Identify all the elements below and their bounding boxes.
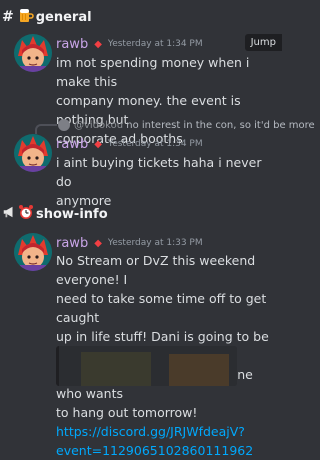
invite-link-continued[interactable]: event=1129065102860111962 <box>56 441 280 460</box>
message-line: No Stream or DvZ this weekend everyone! … <box>56 253 256 287</box>
role-tag-icon: ◆ <box>94 138 102 150</box>
avatar[interactable] <box>14 233 52 271</box>
channel-hash-icon: # <box>2 9 14 25</box>
author-name[interactable]: rawb <box>56 37 88 52</box>
avatar-image-icon <box>14 34 52 72</box>
channel-header-general[interactable]: # general <box>2 2 92 32</box>
message-header: rawb ◆ Yesterday at 1:33 PM <box>56 235 203 251</box>
reply-text: no interest in the con, so it'd be more <box>126 119 315 131</box>
embed-image-icon <box>59 346 237 386</box>
reply-connector <box>35 124 57 134</box>
channel-name-show-info: show-info <box>36 206 108 222</box>
author-name[interactable]: rawb <box>56 236 88 251</box>
author-name[interactable]: rawb <box>56 137 88 152</box>
message-line: im not spending money when i make this <box>56 55 250 89</box>
avatar-image-icon <box>14 134 52 172</box>
channel-header-show-info[interactable]: show-info <box>2 199 108 229</box>
timestamp[interactable]: Yesterday at 1:33 PM <box>108 238 203 248</box>
role-tag-icon: ◆ <box>94 237 102 249</box>
megaphone-icon <box>2 205 16 223</box>
message-header: rawb ◆ Yesterday at 1:34 PM <box>56 136 203 152</box>
message-header: rawb ◆ Yesterday at 1:34 PM <box>56 36 203 52</box>
avatar-image-icon <box>14 233 52 271</box>
role-tag-icon: ◆ <box>94 38 102 50</box>
avatar[interactable] <box>14 134 52 172</box>
avatar[interactable] <box>14 34 52 72</box>
message-line: to hang out tomorrow! <box>56 405 198 420</box>
jump-button[interactable]: Jump <box>244 34 282 51</box>
timestamp[interactable]: Yesterday at 1:34 PM <box>108 39 203 49</box>
link-embed[interactable] <box>56 346 237 386</box>
invite-link[interactable]: https://discord.gg/JRJWfdeajV? <box>56 422 280 441</box>
reply-mention: @vidokou <box>74 119 124 131</box>
reply-preview[interactable]: @vidokou no interest in the con, so it'd… <box>58 119 315 131</box>
alarm-clock-icon <box>18 204 34 224</box>
message-line: need to take some time off to get caught <box>56 291 267 325</box>
message-line: i aint buying tickets haha i never do <box>56 155 262 189</box>
message-content: im not spending money when i make this c… <box>56 53 280 148</box>
channel-name-general: general <box>35 9 92 25</box>
reply-avatar <box>58 119 70 131</box>
timestamp[interactable]: Yesterday at 1:34 PM <box>108 139 203 149</box>
beer-mug-icon <box>18 7 34 27</box>
